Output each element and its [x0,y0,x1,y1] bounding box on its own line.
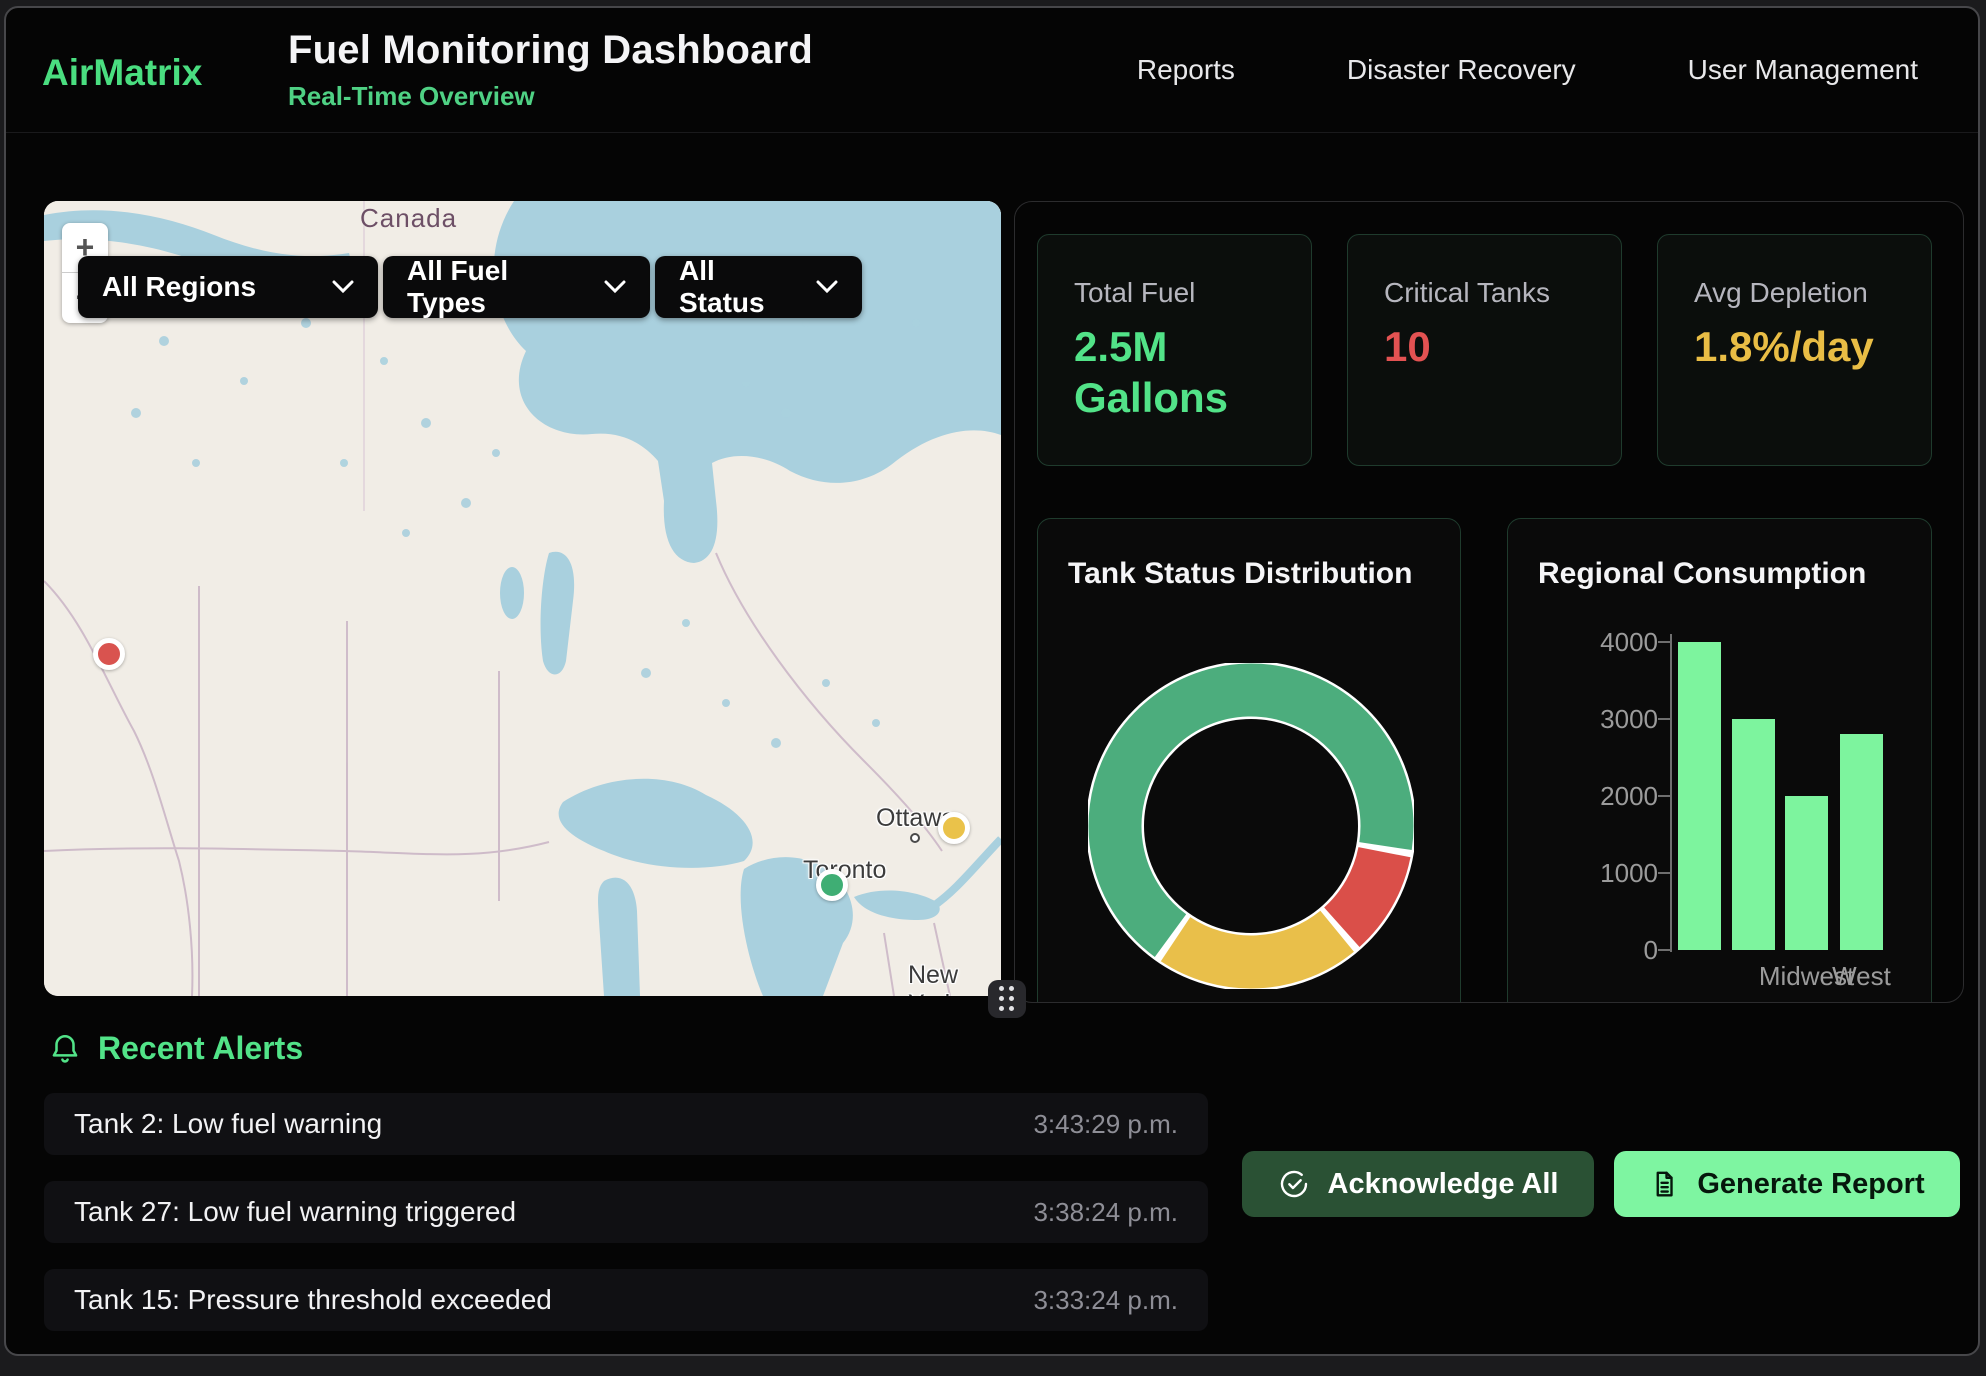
page-title: Fuel Monitoring Dashboard [288,28,813,73]
stat-label: Critical Tanks [1384,277,1585,309]
tank-map[interactable]: Canada + − All Regions All Fuel Types Al… [44,201,1001,996]
check-circle-icon [1278,1168,1310,1200]
consumption-bar [1732,719,1775,950]
regional-consumption-chart-card: Regional Consumption 01000200030004000Mi… [1507,518,1932,1003]
brand-logo[interactable]: AirMatrix [42,52,202,94]
alert-time: 3:38:24 p.m. [1033,1197,1178,1228]
y-axis-tick-label: 2000 [1598,781,1658,811]
y-axis-tick-label: 0 [1598,935,1658,965]
map-label-canada: Canada [360,203,457,234]
tank-marker-critical[interactable] [93,638,125,670]
alerts-title: Recent Alerts [98,1030,303,1067]
stat-card-critical-tanks: Critical Tanks 10 [1347,234,1622,466]
region-filter-label: All Regions [102,271,256,303]
tank-status-donut [1088,663,1414,989]
alert-row[interactable]: Tank 2: Low fuel warning 3:43:29 p.m. [44,1093,1208,1155]
consumption-bar [1840,734,1883,950]
stat-value: 10 [1384,321,1585,372]
title-block: Fuel Monitoring Dashboard Real-Time Over… [288,28,813,112]
alert-time: 3:33:24 p.m. [1033,1285,1178,1316]
stat-label: Avg Depletion [1694,277,1895,309]
map-filters: All Regions All Fuel Types All Status [78,256,862,318]
y-axis-tick-label: 4000 [1598,627,1658,657]
tank-marker-normal[interactable] [816,869,848,901]
consumption-bar [1785,796,1828,950]
bell-icon [48,1031,82,1067]
stat-card-avg-depletion: Avg Depletion 1.8%/day [1657,234,1932,466]
status-filter-dropdown[interactable]: All Status [655,256,862,318]
region-filter-dropdown[interactable]: All Regions [78,256,378,318]
y-axis-line [1670,634,1672,952]
x-axis-label: West [1792,961,1932,992]
alert-message: Tank 2: Low fuel warning [74,1108,382,1140]
chart-title: Regional Consumption [1538,557,1866,591]
app-window: AirMatrix Fuel Monitoring Dashboard Real… [4,6,1980,1356]
document-icon [1649,1168,1679,1200]
chevron-down-icon [332,280,354,294]
chevron-down-icon [816,280,838,294]
overview-panel: Total Fuel 2.5M Gallons Critical Tanks 1… [1014,201,1964,1003]
acknowledge-all-label: Acknowledge All [1328,1168,1559,1201]
y-axis-tick-mark [1658,641,1670,643]
y-axis-tick-mark [1658,718,1670,720]
generate-report-label: Generate Report [1697,1168,1924,1201]
chart-title: Tank Status Distribution [1068,557,1412,591]
tank-status-chart-card: Tank Status Distribution [1037,518,1461,1003]
stat-value: 2.5M Gallons [1074,321,1275,423]
drag-handle[interactable] [988,980,1026,1018]
fuel-type-filter-dropdown[interactable]: All Fuel Types [383,256,650,318]
alert-row[interactable]: Tank 15: Pressure threshold exceeded 3:3… [44,1269,1208,1331]
fuel-type-filter-label: All Fuel Types [407,255,586,319]
alert-message: Tank 27: Low fuel warning triggered [74,1196,516,1228]
y-axis-tick-mark [1658,949,1670,951]
y-axis-tick-label: 1000 [1598,858,1658,888]
nav-item-disaster-recovery[interactable]: Disaster Recovery [1347,54,1576,86]
page-subtitle: Real-Time Overview [288,81,813,112]
header: AirMatrix Fuel Monitoring Dashboard Real… [6,8,1978,133]
generate-report-button[interactable]: Generate Report [1614,1151,1960,1217]
alerts-header: Recent Alerts [48,1030,303,1067]
stat-label: Total Fuel [1074,277,1275,309]
main-nav: Reports Disaster Recovery User Managemen… [1137,54,1918,86]
acknowledge-all-button[interactable]: Acknowledge All [1242,1151,1594,1217]
nav-item-user-management[interactable]: User Management [1688,54,1918,86]
alert-message: Tank 15: Pressure threshold exceeded [74,1284,552,1316]
y-axis-tick-label: 3000 [1598,704,1658,734]
nav-item-reports[interactable]: Reports [1137,54,1235,86]
chevron-down-icon [604,280,626,294]
status-filter-label: All Status [679,255,798,319]
y-axis-tick-mark [1658,872,1670,874]
y-axis-tick-mark [1658,795,1670,797]
alert-row[interactable]: Tank 27: Low fuel warning triggered 3:38… [44,1181,1208,1243]
stat-value: 1.8%/day [1694,321,1895,372]
alert-time: 3:43:29 p.m. [1033,1109,1178,1140]
stat-card-total-fuel: Total Fuel 2.5M Gallons [1037,234,1312,466]
consumption-bar [1678,642,1721,950]
ottawa-town-dot [910,833,920,843]
tank-marker-warning[interactable] [938,812,970,844]
stat-cards: Total Fuel 2.5M Gallons Critical Tanks 1… [1037,234,1932,466]
